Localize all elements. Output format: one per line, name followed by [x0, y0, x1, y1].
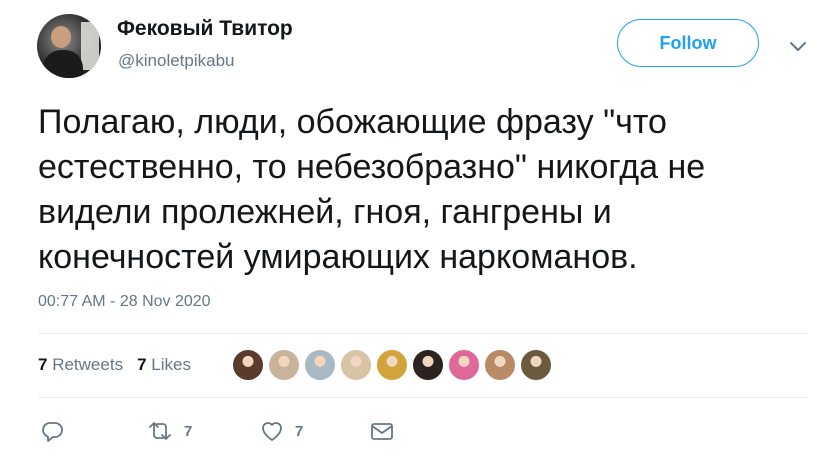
envelope-icon	[369, 419, 395, 443]
tweet-stats: 7 Retweets 7 Likes	[38, 355, 191, 375]
reply-icon	[40, 419, 64, 443]
retweet-count: 7	[184, 422, 193, 440]
liker-avatars	[232, 349, 556, 381]
chevron-down-icon[interactable]	[787, 37, 809, 55]
liker-avatar[interactable]	[268, 349, 300, 381]
like-count: 7	[295, 422, 304, 440]
author-handle[interactable]: @kinoletpikabu	[118, 51, 235, 71]
retweets-stat[interactable]: 7 Retweets	[38, 355, 123, 374]
author-name[interactable]: Фековый Твитор	[117, 17, 293, 41]
action-bar: 7 7	[38, 419, 458, 445]
liker-avatar[interactable]	[448, 349, 480, 381]
liker-avatar[interactable]	[484, 349, 516, 381]
avatar-background	[81, 22, 99, 70]
follow-button[interactable]: Follow	[617, 19, 759, 67]
retweets-count: 7	[38, 355, 48, 374]
retweet-button[interactable]: 7	[146, 419, 192, 443]
avatar[interactable]	[37, 14, 101, 78]
tweet-card: Фековый Твитор @kinoletpikabu Follow Пол…	[0, 0, 840, 472]
likes-count: 7	[137, 355, 147, 374]
reply-button[interactable]	[40, 419, 64, 443]
avatar-body	[43, 50, 83, 78]
liker-avatar[interactable]	[340, 349, 372, 381]
heart-icon	[259, 419, 285, 443]
liker-avatar[interactable]	[376, 349, 408, 381]
liker-avatar[interactable]	[412, 349, 444, 381]
liker-avatar[interactable]	[232, 349, 264, 381]
retweets-label: Retweets	[52, 355, 124, 374]
retweet-icon	[146, 419, 174, 443]
message-button[interactable]	[369, 419, 395, 443]
divider	[38, 333, 808, 334]
like-button[interactable]: 7	[259, 419, 303, 443]
avatar-face	[51, 26, 71, 48]
likes-stat[interactable]: 7 Likes	[137, 355, 191, 374]
tweet-text: Полагаю, люди, обожающие фразу "что есте…	[38, 103, 706, 276]
liker-avatar[interactable]	[304, 349, 336, 381]
tweet-timestamp[interactable]: 00:77 AM - 28 Nov 2020	[38, 293, 211, 311]
liker-avatar[interactable]	[520, 349, 552, 381]
divider	[38, 397, 808, 398]
likes-label: Likes	[151, 355, 191, 374]
